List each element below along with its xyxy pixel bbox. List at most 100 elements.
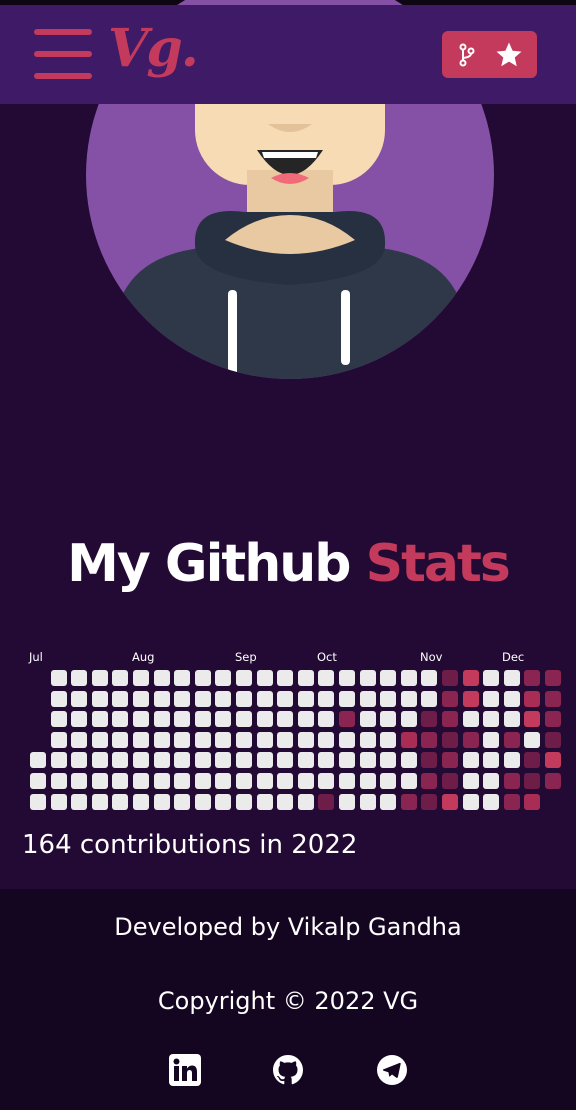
contributions-count: 164 contributions in 2022 (22, 830, 358, 860)
contribution-day-cell (359, 690, 376, 707)
contribution-day-cell (30, 752, 46, 769)
contribution-day-cell (545, 773, 561, 789)
contribution-day-cell (442, 690, 458, 707)
contribution-day-cell (545, 711, 561, 728)
contribution-day-cell (380, 752, 397, 769)
title-accent: Stats (365, 534, 511, 594)
contribution-day-cell (400, 793, 417, 810)
contribution-day-cell (112, 731, 129, 748)
contribution-day-cell (359, 670, 376, 686)
contribution-day-cell (174, 731, 191, 748)
contribution-day-cell (297, 690, 314, 707)
contribution-day-cell (174, 670, 191, 686)
contribution-day-cell (297, 752, 314, 769)
contribution-day-cell (503, 711, 520, 728)
contribution-day-cell (442, 670, 458, 686)
contribution-day-cell (421, 752, 438, 769)
linkedin-icon[interactable] (169, 1054, 201, 1086)
contribution-day-cell (153, 670, 170, 686)
contribution-day-cell (194, 752, 211, 769)
contribution-day-cell (153, 793, 170, 810)
contribution-day-cell (483, 690, 500, 707)
telegram-icon[interactable] (376, 1054, 408, 1086)
site-logo[interactable]: Vg. (108, 17, 199, 81)
contribution-day-cell (524, 752, 541, 769)
contribution-day-cell (112, 690, 129, 707)
contribution-day-cell (112, 773, 129, 789)
contribution-day-cell (256, 711, 273, 728)
month-label: Aug (132, 650, 155, 664)
github-icon[interactable] (272, 1054, 304, 1086)
contribution-day-cell (277, 670, 294, 686)
contribution-day-cell (215, 670, 232, 686)
title-main: My Github (67, 534, 351, 594)
contribution-day-cell (483, 793, 500, 810)
contribution-day-cell (215, 711, 232, 728)
developed-by-text: Developed by Vikalp Gandha (114, 913, 462, 941)
contribution-day-cell (421, 773, 438, 789)
contribution-day-cell (71, 690, 88, 707)
contribution-day-cell (442, 752, 458, 769)
contribution-day-cell (215, 690, 232, 707)
top-navbar: Vg. (0, 5, 576, 104)
contribution-day-cell (215, 731, 232, 748)
contribution-day-cell (380, 670, 397, 686)
contribution-day-cell (297, 731, 314, 748)
contribution-day-cell (256, 731, 273, 748)
contribution-day-cell (339, 711, 355, 728)
contribution-day-cell (112, 711, 129, 728)
contribution-day-cell (339, 670, 355, 686)
contribution-day-cell (318, 670, 335, 686)
contribution-day-cell (50, 711, 67, 728)
contribution-day-cell (339, 731, 355, 748)
contribution-day-cell (503, 793, 520, 810)
contribution-day-cell (297, 773, 314, 789)
contribution-day-cell (133, 773, 149, 789)
contribution-day-cell (215, 793, 232, 810)
contribution-day-cell (483, 731, 500, 748)
contribution-day-cell (30, 793, 46, 810)
footer: Developed by Vikalp Gandha Copyright © 2… (0, 889, 576, 1110)
contribution-day-cell (174, 752, 191, 769)
contribution-day-cell (545, 690, 561, 707)
github-stats-title: My Github Stats (0, 528, 576, 600)
contribution-day-cell (297, 670, 314, 686)
copyright-text: Copyright © 2022 VG (157, 987, 419, 1015)
contribution-day-cell (359, 731, 376, 748)
contribution-day-cell (380, 793, 397, 810)
contribution-day-cell (380, 773, 397, 789)
contribution-day-cell (524, 690, 541, 707)
contribution-day-cell (256, 773, 273, 789)
contribution-day-cell (91, 793, 108, 810)
contribution-day-cell (236, 690, 252, 707)
contribution-day-cell (194, 670, 211, 686)
contribution-day-cell (194, 731, 211, 748)
contribution-day-cell (71, 773, 88, 789)
contribution-day-cell (112, 793, 129, 810)
month-label: Oct (317, 650, 337, 664)
contribution-day-cell (91, 731, 108, 748)
github-repo-button[interactable] (442, 31, 537, 78)
contribution-day-cell (112, 670, 129, 686)
month-label: Jul (29, 650, 43, 664)
hamburger-menu-icon[interactable] (34, 29, 92, 83)
contribution-day-cell (442, 773, 458, 789)
contribution-day-cell (318, 752, 335, 769)
contribution-day-cell (400, 690, 417, 707)
contribution-day-cell (524, 773, 541, 789)
contribution-day-cell (359, 793, 376, 810)
contribution-day-cell (318, 690, 335, 707)
month-label: Nov (420, 650, 443, 664)
contribution-day-cell (50, 773, 67, 789)
contribution-day-cell (91, 711, 108, 728)
contribution-day-cell (462, 670, 479, 686)
contribution-day-cell (256, 793, 273, 810)
contribution-day-cell (277, 690, 294, 707)
contribution-day-cell (50, 793, 67, 810)
contribution-day-cell (112, 752, 129, 769)
contribution-day-cell (133, 711, 149, 728)
contribution-day-cell (194, 793, 211, 810)
contribution-day-cell (318, 773, 335, 789)
contribution-day-cell (50, 731, 67, 748)
contribution-day-cell (174, 793, 191, 810)
